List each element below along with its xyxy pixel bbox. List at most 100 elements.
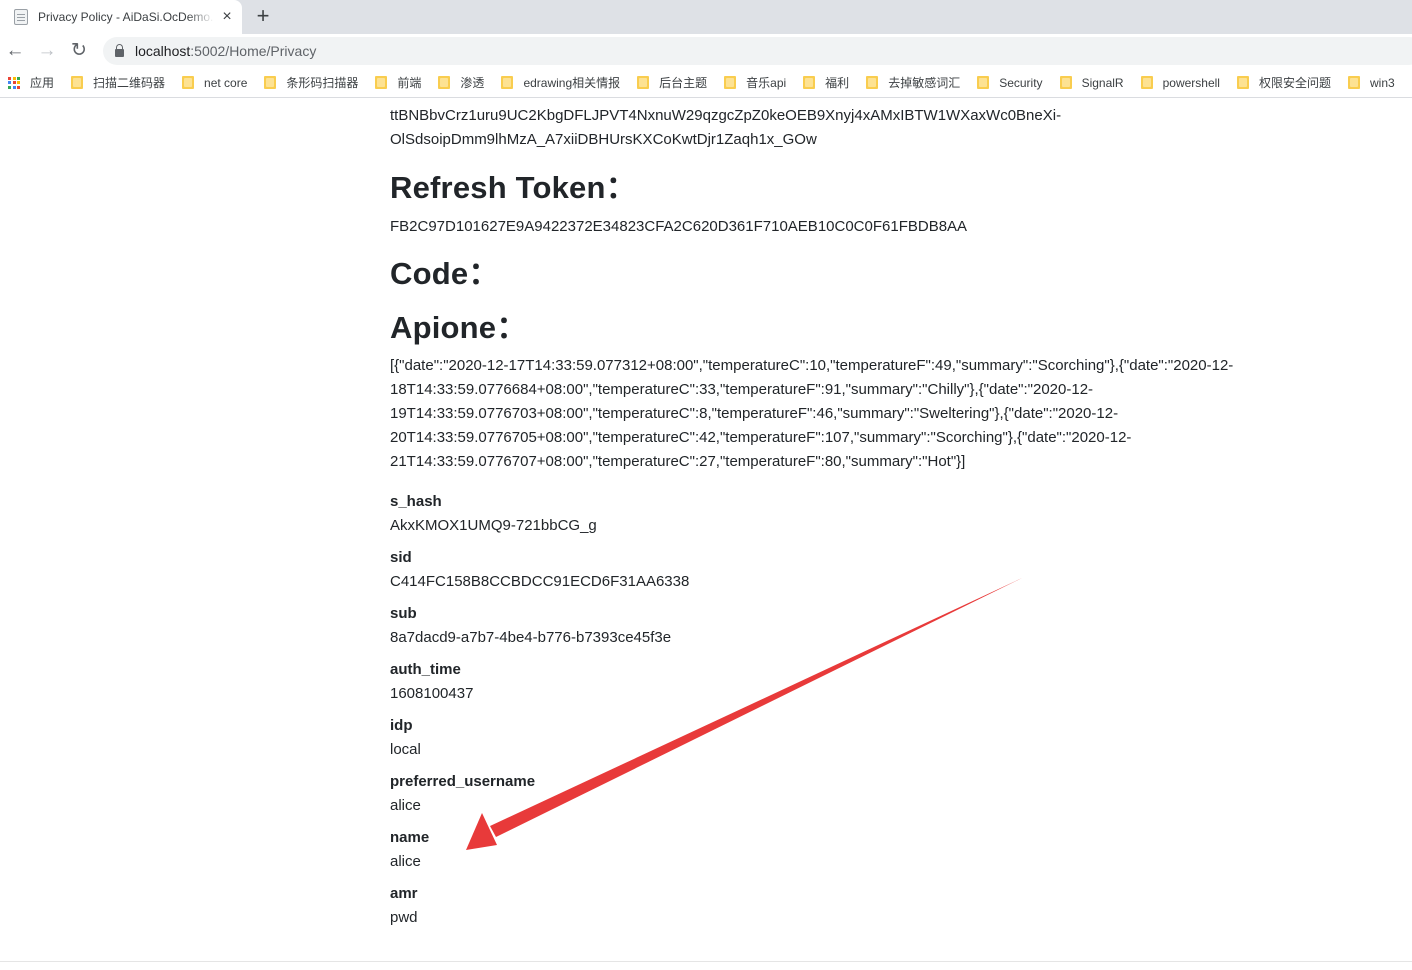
bookmark-folder[interactable]: edrawing相关情报 bbox=[501, 74, 620, 91]
bookmark-apps[interactable]: 应用 bbox=[8, 74, 54, 91]
back-arrow-icon[interactable]: ← bbox=[2, 38, 28, 64]
apione-json: [{"date":"2020-12-17T14:33:59.077312+08:… bbox=[390, 354, 1290, 474]
bookmark-folder[interactable]: powershell bbox=[1140, 75, 1220, 90]
bookmark-folder[interactable]: win3 bbox=[1347, 75, 1395, 90]
refresh-token-value: FB2C97D101627E9A9422372E34823CFA2C620D36… bbox=[390, 218, 968, 235]
forward-arrow-icon[interactable]: → bbox=[34, 38, 60, 64]
tab-strip: Privacy Policy - AiDaSi.OcDemo.M × + bbox=[0, 0, 1412, 34]
folder-icon bbox=[637, 76, 650, 89]
reload-icon[interactable]: ↻ bbox=[66, 38, 92, 64]
bookmark-label: Security bbox=[999, 75, 1043, 90]
claim-amr: amr pwd bbox=[390, 882, 418, 930]
claim-sid: sid C414FC158B8CCBDCC91ECD6F31AA6338 bbox=[390, 546, 689, 594]
folder-icon bbox=[1059, 76, 1072, 89]
apione-heading: Apione： bbox=[390, 310, 528, 345]
json-line: 19T14:33:59.0776703+08:00","temperatureC… bbox=[390, 405, 1119, 422]
folder-icon bbox=[866, 76, 879, 89]
folder-icon bbox=[803, 76, 816, 89]
bookmark-folder[interactable]: 扫描二维码器 bbox=[71, 74, 165, 91]
claim-idp: idp local bbox=[390, 714, 421, 762]
folder-icon bbox=[375, 76, 388, 89]
bookmark-label: net core bbox=[204, 75, 248, 90]
claim-key: idp bbox=[390, 717, 413, 734]
bookmark-folder[interactable]: 条形码扫描器 bbox=[264, 74, 358, 91]
bookmark-label: 条形码扫描器 bbox=[286, 76, 359, 90]
bookmark-folder[interactable]: 权限安全问题 bbox=[1236, 74, 1331, 91]
bookmark-folder[interactable]: 福利 bbox=[803, 74, 849, 91]
claim-sub: sub 8a7dacd9-a7b7-4be4-b776-b7393ce45f3e bbox=[390, 602, 671, 650]
bookmark-folder[interactable]: Security bbox=[977, 75, 1043, 90]
folder-icon bbox=[977, 76, 990, 89]
claim-value: 1608100437 bbox=[390, 685, 474, 702]
folder-icon bbox=[182, 76, 195, 89]
bookmark-label: 扫描二维码器 bbox=[93, 76, 166, 90]
bookmark-label: 应用 bbox=[30, 76, 55, 90]
token-tail: ttBNBbvCrz1uru9UC2KbgDFLJPVT4NxnuW29qzgc… bbox=[390, 104, 1290, 152]
claim-value: local bbox=[390, 741, 421, 758]
bookmark-folder[interactable]: 前端 bbox=[375, 74, 421, 91]
bookmark-label: 去掉敏感词汇 bbox=[888, 76, 961, 90]
url-text[interactable]: localhost:5002/Home/Privacy bbox=[135, 43, 316, 59]
bookmark-label: 权限安全问题 bbox=[1258, 76, 1331, 90]
refresh-token-heading: Refresh Token： bbox=[390, 170, 637, 205]
bookmarks-bar: 应用 扫描二维码器 net core 条形码扫描器 前端 渗透 edrawing… bbox=[0, 68, 1412, 98]
tab-title: Privacy Policy - AiDaSi.OcDemo.M bbox=[38, 10, 214, 24]
claim-key: s_hash bbox=[390, 493, 442, 510]
claim-key: sid bbox=[390, 549, 412, 566]
browser-toolbar: ← → ↻ localhost:5002/Home/Privacy bbox=[0, 34, 1412, 68]
json-line: 21T14:33:59.0776707+08:00","temperatureC… bbox=[390, 453, 966, 470]
claim-value: C414FC158B8CCBDCC91ECD6F31AA6338 bbox=[390, 573, 690, 590]
claim-key: sub bbox=[390, 605, 417, 622]
claim-key: name bbox=[390, 829, 430, 846]
lock-icon[interactable] bbox=[115, 44, 124, 57]
page-icon bbox=[14, 9, 28, 25]
json-line: 20T14:33:59.0776705+08:00","temperatureC… bbox=[390, 429, 1132, 446]
bookmark-label: 音乐api bbox=[746, 76, 787, 90]
browser-tab-privacy[interactable]: Privacy Policy - AiDaSi.OcDemo.M × bbox=[0, 0, 242, 34]
new-tab-icon[interactable]: + bbox=[252, 5, 274, 27]
claim-key: auth_time bbox=[390, 661, 461, 678]
bookmark-label: edrawing相关情报 bbox=[523, 76, 621, 90]
folder-icon bbox=[1140, 76, 1153, 89]
footer-divider bbox=[0, 961, 1412, 962]
bookmark-label: 福利 bbox=[825, 76, 850, 90]
token-line: ttBNBbvCrz1uru9UC2KbgDFLJPVT4NxnuW29qzgc… bbox=[390, 107, 1062, 124]
bookmark-folder[interactable]: 去掉敏感词汇 bbox=[866, 74, 960, 91]
bookmark-folder[interactable]: 后台主题 bbox=[637, 74, 707, 91]
bookmark-folder[interactable]: SignalR bbox=[1059, 75, 1124, 90]
bookmark-label: win3 bbox=[1369, 75, 1395, 90]
folder-icon bbox=[1236, 76, 1249, 89]
claim-value: alice bbox=[390, 797, 421, 814]
bookmark-folder[interactable]: 音乐api bbox=[724, 74, 786, 91]
bookmark-folder[interactable]: net core bbox=[182, 76, 247, 90]
bookmark-label: powershell bbox=[1162, 75, 1220, 90]
folder-icon bbox=[501, 76, 514, 89]
arrow-head bbox=[466, 813, 497, 850]
claim-value: pwd bbox=[390, 909, 418, 926]
claim-value: 8a7dacd9-a7b7-4be4-b776-b7393ce45f3e bbox=[390, 629, 672, 646]
code-heading: Code： bbox=[390, 256, 500, 291]
apps-grid-icon bbox=[8, 76, 20, 89]
bookmark-label: SignalR bbox=[1081, 75, 1124, 90]
claim-s-hash: s_hash AkxKMOX1UMQ9-721bbCG_g bbox=[390, 490, 597, 538]
claim-value: alice bbox=[390, 853, 421, 870]
folder-icon bbox=[71, 76, 84, 89]
claim-preferred-username: preferred_username alice bbox=[390, 770, 535, 818]
claim-value: AkxKMOX1UMQ9-721bbCG_g bbox=[390, 517, 597, 534]
bookmark-label: 后台主题 bbox=[659, 76, 708, 90]
folder-icon bbox=[1347, 76, 1360, 89]
json-line: 18T14:33:59.0776684+08:00","temperatureC… bbox=[390, 381, 1094, 398]
claim-auth-time: auth_time 1608100437 bbox=[390, 658, 473, 706]
folder-icon bbox=[438, 76, 451, 89]
json-line: [{"date":"2020-12-17T14:33:59.077312+08:… bbox=[390, 357, 1234, 374]
claim-key: amr bbox=[390, 885, 418, 902]
folder-icon bbox=[264, 76, 277, 89]
close-tab-icon[interactable]: × bbox=[218, 8, 236, 26]
claim-key: preferred_username bbox=[390, 773, 536, 790]
address-bar[interactable]: localhost:5002/Home/Privacy bbox=[103, 37, 1412, 65]
bookmark-label: 渗透 bbox=[460, 76, 485, 90]
claim-name: name alice bbox=[390, 826, 429, 874]
bookmark-folder[interactable]: 渗透 bbox=[438, 74, 484, 91]
token-line: OlSdsoipDmm9lhMzA_A7xiiDBHUrsKXCoKwtDjr1… bbox=[390, 131, 817, 148]
bookmark-label: 前端 bbox=[397, 76, 422, 90]
